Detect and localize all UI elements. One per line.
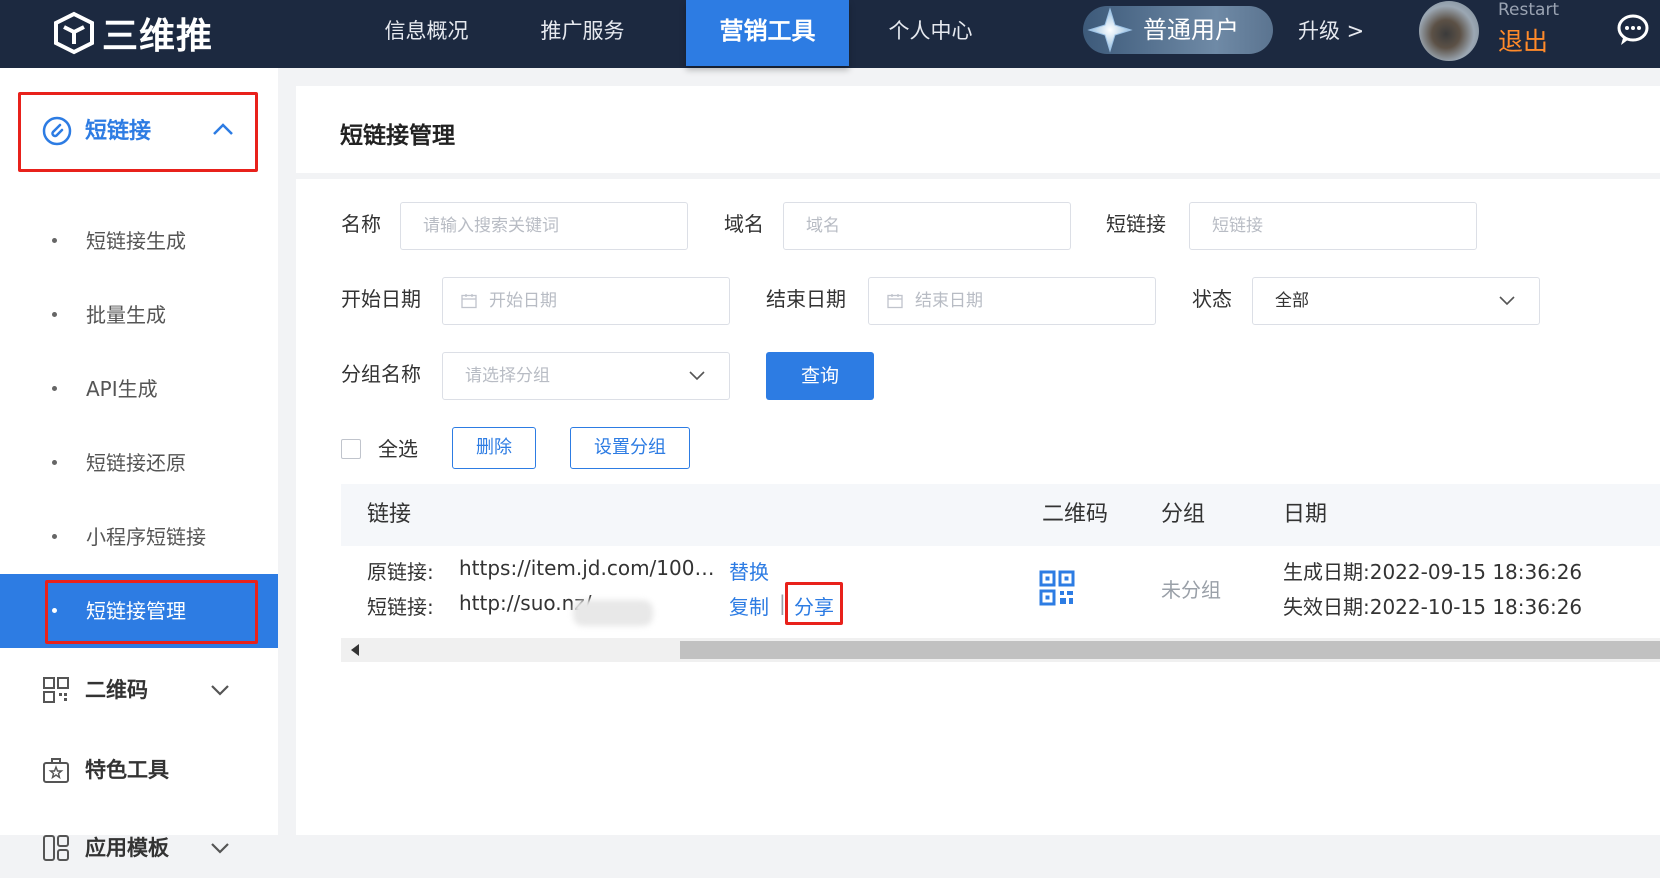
divider [296, 173, 1660, 179]
template-icon [43, 835, 69, 861]
sidebar-item-label: 短链接生成 [86, 229, 186, 253]
toolbox-icon [43, 758, 69, 783]
sidebar-item-label: 短链接还原 [86, 451, 186, 475]
chat-icon[interactable] [1615, 12, 1655, 48]
chevron-down-icon [211, 843, 229, 854]
shortlink-placeholder: 短链接 [1212, 216, 1263, 236]
sidebar-item-label: 批量生成 [86, 303, 166, 327]
logo-cube-icon [54, 11, 94, 55]
group-name-label: 分组名称 [341, 362, 421, 386]
sidebar-group-label: 二维码 [85, 678, 148, 702]
page-title: 短链接管理 [340, 123, 455, 149]
sidebar: 短链接 短链接生成 批量生成 API生成 短链接还原 小程序短链接 短链接管理 [0, 68, 278, 861]
sidebar-item-label: 小程序短链接 [86, 525, 206, 549]
avatar[interactable] [1419, 1, 1479, 61]
horizontal-scrollbar[interactable] [341, 638, 1660, 662]
top-navbar: 三维推 信息概况 推广服务 营销工具 个人中心 普通用户 升级 > Restar… [0, 0, 1660, 68]
end-date-label: 结束日期 [766, 287, 846, 311]
start-date-picker[interactable]: 开始日期 [442, 277, 730, 325]
user-level-badge[interactable]: 普通用户 [1083, 6, 1273, 54]
select-all-checkbox[interactable] [341, 439, 361, 459]
group-value: 未分组 [1161, 578, 1221, 602]
header-qrcode: 二维码 [1042, 502, 1109, 527]
orig-link-label: 原链接: [367, 560, 434, 584]
highlight-box-share [785, 582, 843, 625]
shortlink-label: 短链接 [1106, 212, 1166, 236]
select-all-label[interactable]: 全选 [378, 425, 418, 473]
table-row: 原链接: https://item.jd.com/100… 替换 短链接: ht… [341, 546, 1660, 639]
orig-link-value: https://item.jd.com/100… [459, 556, 715, 580]
group-placeholder: 请选择分组 [465, 366, 550, 386]
upgrade-link[interactable]: 升级 > [1298, 0, 1364, 62]
status-label: 状态 [1192, 287, 1232, 311]
header-group: 分组 [1161, 502, 1206, 527]
sidebar-item-miniprogram[interactable]: 小程序短链接 [0, 500, 278, 574]
sidebar-group-templates[interactable]: 应用模板 [0, 818, 278, 878]
highlight-box-manage [45, 580, 258, 644]
scroll-thumb[interactable] [680, 641, 1660, 659]
sidebar-item-batch[interactable]: 批量生成 [0, 278, 278, 352]
nav-marketing-tools[interactable]: 营销工具 [686, 0, 849, 66]
start-date-placeholder: 开始日期 [489, 291, 557, 311]
status-value: 全部 [1275, 291, 1309, 311]
domain-input[interactable]: 域名 [783, 202, 1071, 250]
short-link-label: 短链接: [367, 595, 434, 619]
diamond-icon [1087, 7, 1133, 53]
sidebar-group-qrcode[interactable]: 二维码 [0, 660, 278, 720]
search-button[interactable]: 查询 [766, 352, 874, 400]
sidebar-item-restore[interactable]: 短链接还原 [0, 426, 278, 500]
qrcode-icon[interactable] [1039, 570, 1075, 606]
end-date-placeholder: 结束日期 [915, 291, 983, 311]
name-placeholder: 请输入搜索关键词 [423, 216, 559, 236]
bullet-icon [52, 238, 57, 243]
sidebar-item-api[interactable]: API生成 [0, 352, 278, 426]
header-date: 日期 [1283, 502, 1328, 527]
status-select[interactable]: 全部 [1252, 277, 1540, 325]
delete-button[interactable]: 删除 [452, 427, 536, 469]
logo[interactable]: 三维推 [52, 6, 213, 60]
chevron-down-icon [689, 371, 705, 381]
bullet-icon [52, 386, 57, 391]
qrcode-icon [43, 677, 69, 703]
copy-link[interactable]: 复制 [729, 591, 769, 620]
highlight-box-section [18, 92, 258, 172]
chevron-down-icon [211, 685, 229, 696]
nav-personal-center[interactable]: 个人中心 [878, 0, 983, 66]
nav-info-overview[interactable]: 信息概况 [374, 0, 479, 66]
end-date-picker[interactable]: 结束日期 [868, 277, 1156, 325]
sidebar-group-tools[interactable]: 特色工具 [0, 740, 278, 800]
sidebar-item-label: API生成 [86, 377, 158, 401]
name-search-input[interactable]: 请输入搜索关键词 [400, 202, 688, 250]
logo-text: 三维推 [102, 16, 214, 57]
short-link-value: http://suo.nz/ [459, 591, 592, 615]
domain-placeholder: 域名 [806, 216, 840, 236]
domain-label: 域名 [724, 212, 764, 236]
restart-label: Restart [1498, 0, 1560, 20]
scroll-left-arrow-icon[interactable] [351, 644, 359, 656]
user-level-label: 普通用户 [1143, 16, 1239, 44]
calendar-icon [461, 294, 477, 309]
sidebar-group-label: 特色工具 [85, 758, 169, 782]
start-date-label: 开始日期 [341, 287, 421, 311]
group-select[interactable]: 请选择分组 [442, 352, 730, 400]
nav-promotion-service[interactable]: 推广服务 [530, 0, 635, 66]
chevron-down-icon [1499, 296, 1515, 306]
bullet-icon [52, 534, 57, 539]
bullet-icon [52, 460, 57, 465]
expires-date: 失效日期:2022-10-15 18:36:26 [1283, 595, 1583, 619]
redacted-blur [573, 600, 653, 626]
calendar-icon [887, 294, 903, 309]
shortlink-input[interactable]: 短链接 [1189, 202, 1477, 250]
replace-link[interactable]: 替换 [729, 556, 769, 585]
created-date: 生成日期:2022-09-15 18:36:26 [1283, 560, 1583, 584]
logout-link[interactable]: 退出 [1498, 22, 1548, 58]
set-group-button[interactable]: 设置分组 [570, 427, 690, 469]
bullet-icon [52, 312, 57, 317]
header-link: 链接 [367, 502, 412, 527]
sidebar-group-label: 应用模板 [85, 836, 169, 860]
table-header: 链接 二维码 分组 日期 [341, 484, 1660, 546]
sidebar-item-generate[interactable]: 短链接生成 [0, 204, 278, 278]
name-label: 名称 [341, 212, 381, 236]
